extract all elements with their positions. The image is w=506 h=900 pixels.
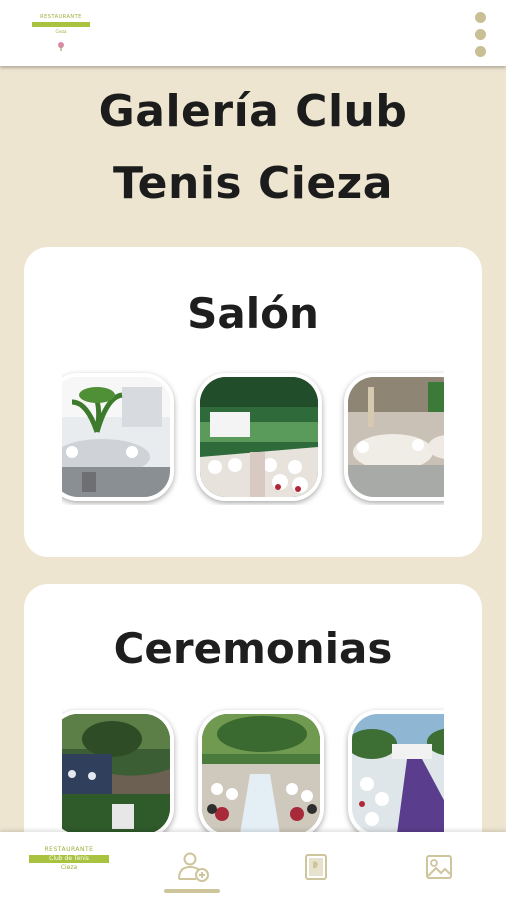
ceremonias-photo-1-image [62, 714, 170, 834]
ceremonias-photo-2-image [202, 714, 320, 834]
bottom-logo-text-cieza: Cieza [60, 864, 78, 871]
logo-text-cieza: Cieza [55, 29, 67, 34]
bottom-nav-logo[interactable]: RESTAURANTE Club de Tenis Cieza [28, 846, 110, 890]
nav-item-gallery[interactable] [376, 832, 502, 900]
kebab-menu-icon[interactable] [472, 12, 488, 62]
gallery-section-salon: Salón [24, 247, 482, 557]
user-add-icon [178, 852, 209, 882]
kebab-dot [474, 12, 486, 23]
salon-photo-3-image [348, 377, 444, 497]
logo-banner [32, 22, 90, 27]
salon-photo-2-image [200, 377, 318, 497]
logo-flower-icon [58, 42, 64, 51]
ceremonias-photo-3-image [352, 714, 444, 834]
gallery-icon [426, 855, 452, 879]
salon-photo-2[interactable] [196, 373, 322, 501]
page-title: Galería Club Tenis Cieza [0, 76, 506, 220]
logo-text-restaurante: RESTAURANTE [40, 14, 82, 20]
salon-photo-3[interactable] [344, 373, 444, 501]
page-title-line-2: Tenis Cieza [113, 158, 393, 209]
gallery-section-ceremonias: Ceremonias [24, 584, 482, 864]
photo-carousel-ceremonias[interactable] [62, 706, 444, 842]
ceremonias-photo-1[interactable] [62, 710, 174, 838]
bottom-logo-banner: Club de Tenis [29, 855, 109, 863]
salon-photo-1[interactable] [62, 373, 174, 501]
ceremonias-photo-2[interactable] [198, 710, 324, 838]
restaurant-logo[interactable]: RESTAURANTE Cieza [30, 14, 92, 58]
active-tab-indicator [164, 889, 220, 893]
ceremonias-photo-3[interactable] [348, 710, 444, 838]
salon-photo-1-image [62, 377, 170, 497]
top-app-bar: RESTAURANTE Cieza [0, 0, 506, 66]
menu-book-icon [305, 854, 327, 880]
page-title-line-1: Galería Club [98, 86, 408, 137]
bottom-navigation-bar: RESTAURANTE Club de Tenis Cieza [0, 832, 506, 900]
bottom-logo-text-restaurante: RESTAURANTE [44, 846, 94, 853]
kebab-dot [474, 29, 486, 40]
section-title-salon: Salón [187, 289, 319, 338]
photo-carousel-salon[interactable] [62, 369, 444, 505]
nav-item-menu[interactable] [253, 832, 379, 900]
kebab-dot [474, 46, 486, 57]
section-title-ceremonias: Ceremonias [113, 624, 393, 673]
